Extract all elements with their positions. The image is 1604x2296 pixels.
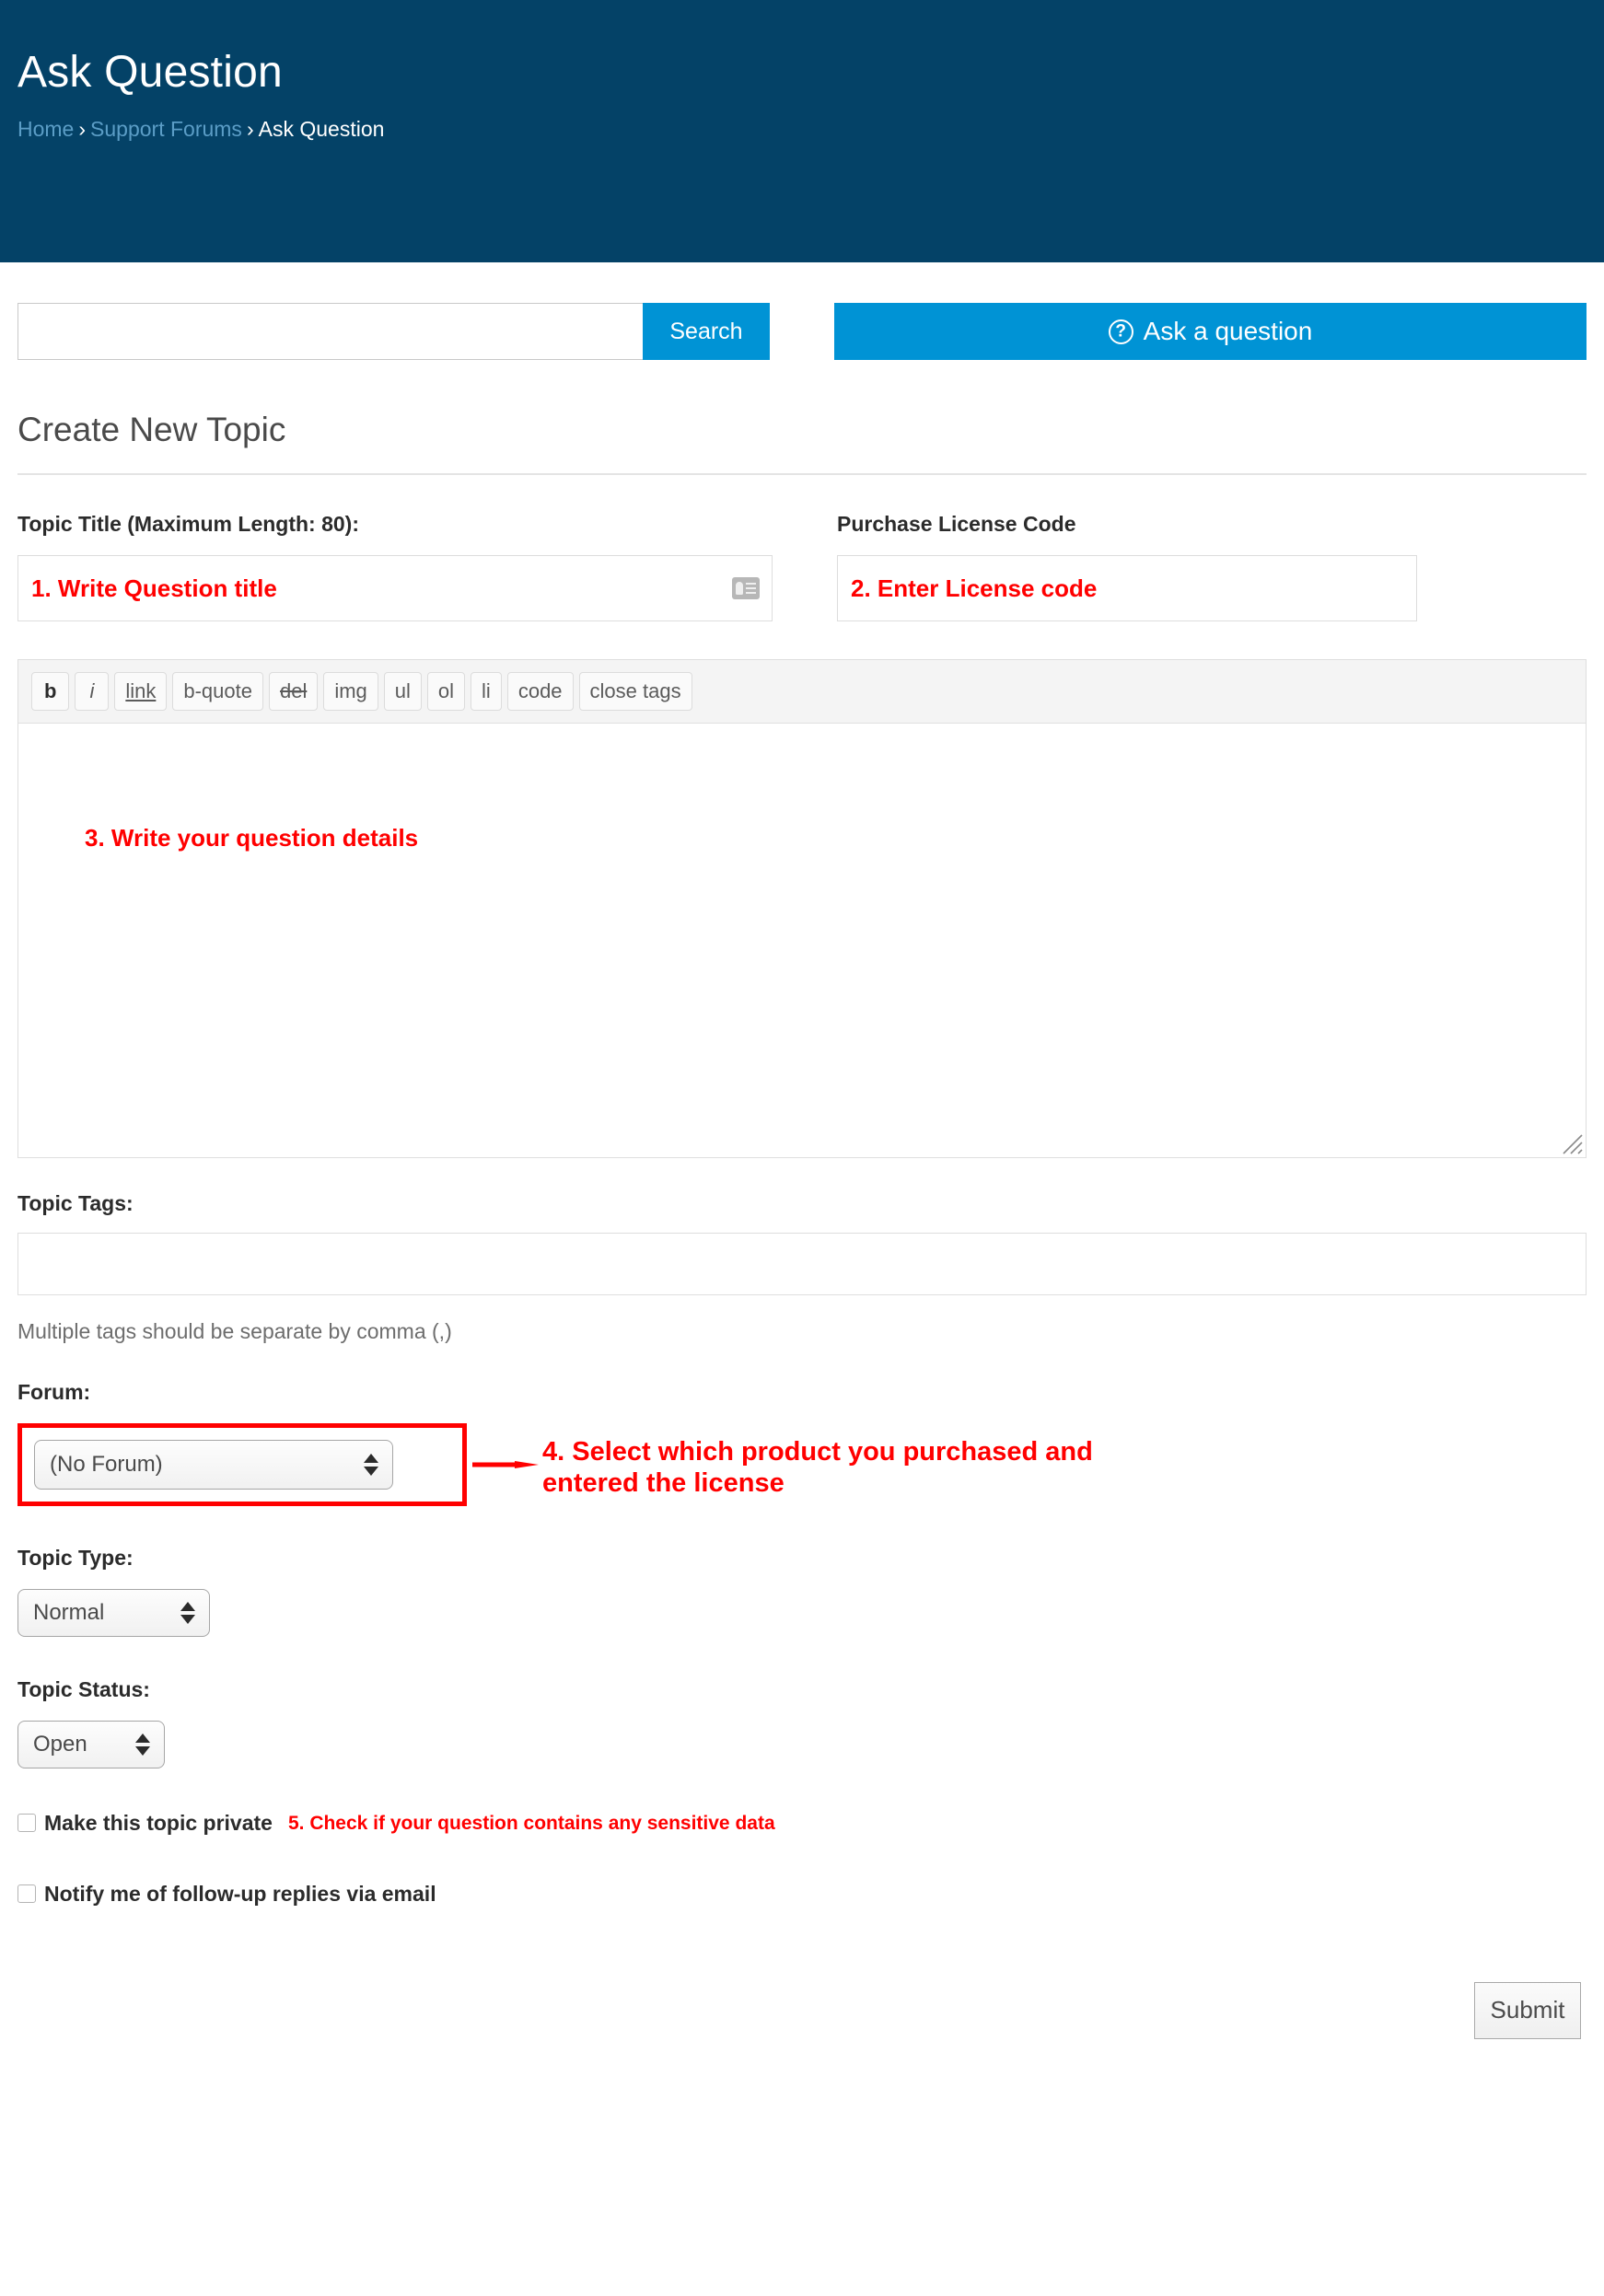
- page-title: Ask Question: [17, 48, 283, 97]
- ask-a-question-label: Ask a question: [1143, 317, 1313, 345]
- topic-title-input-wrap: [17, 555, 773, 621]
- forum-row: (No Forum) 4. Select which product you p…: [17, 1422, 1587, 1506]
- editor-button-del[interactable]: del: [268, 672, 319, 711]
- editor-button-link[interactable]: link: [114, 672, 168, 711]
- topic-tags-label: Topic Tags:: [17, 1190, 134, 1215]
- editor-button-italic[interactable]: i: [75, 672, 110, 711]
- editor-area: [18, 723, 1586, 1157]
- submit-row: Submit: [17, 1981, 1587, 2039]
- section-title: Create New Topic: [17, 412, 1587, 475]
- breadcrumb: Home › Support Forums › Ask Question: [17, 119, 1587, 140]
- autofill-contact-card-icon[interactable]: [732, 577, 760, 599]
- editor-button-ol[interactable]: ol: [426, 672, 466, 711]
- editor-button-ul[interactable]: ul: [383, 672, 422, 711]
- make-private-checkbox[interactable]: [17, 1814, 36, 1832]
- license-code-group: Purchase License Code: [837, 514, 1417, 621]
- forum-select[interactable]: (No Forum): [34, 1439, 393, 1490]
- forum-select-wrap: (No Forum): [34, 1439, 393, 1490]
- breadcrumb-link-home[interactable]: Home: [17, 117, 74, 141]
- topic-title-group: Topic Title (Maximum Length: 80):: [17, 514, 773, 621]
- notify-replies-row: Notify me of follow-up replies via email: [17, 1881, 1587, 1906]
- editor-button-img[interactable]: img: [323, 672, 378, 711]
- topic-type-label: Topic Type:: [17, 1545, 134, 1570]
- question-circle-icon: [1108, 319, 1133, 344]
- forum-annotation-text: 4. Select which product you purchased an…: [542, 1436, 1093, 1498]
- notify-replies-label: Notify me of follow-up replies via email: [44, 1881, 436, 1906]
- topic-body-editor: b i link b-quote del img ul ol li code c…: [17, 659, 1587, 1158]
- license-code-input-wrap: [837, 555, 1417, 621]
- search-button[interactable]: Search: [642, 303, 770, 360]
- topic-type-select[interactable]: Normal: [17, 1588, 210, 1637]
- topic-type-select-wrap: Normal: [17, 1588, 210, 1637]
- annotation-arrow-icon: [472, 1460, 539, 1468]
- breadcrumb-separator: ›: [78, 117, 87, 141]
- forum-label: Forum:: [17, 1379, 91, 1404]
- topic-tags-help-text: Multiple tags should be separate by comm…: [17, 1318, 452, 1343]
- editor-button-code[interactable]: code: [506, 672, 574, 711]
- title-license-row: Topic Title (Maximum Length: 80): Purcha…: [17, 514, 1587, 621]
- page-header: Ask Question Home › Support Forums › Ask Que…: [0, 0, 1604, 262]
- editor-button-close-tags[interactable]: close tags: [578, 672, 692, 711]
- topic-tags-input[interactable]: [17, 1232, 1587, 1295]
- make-private-label: Make this topic private: [44, 1810, 273, 1835]
- make-private-row: Make this topic private 5. Check if your…: [17, 1810, 1587, 1835]
- editor-button-li[interactable]: li: [471, 672, 502, 711]
- submit-button[interactable]: Submit: [1474, 1981, 1581, 2039]
- editor-toolbar: b i link b-quote del img ul ol li code c…: [18, 660, 1586, 724]
- topic-status-select-wrap: Open: [17, 1720, 165, 1768]
- search-box: Search: [17, 303, 770, 360]
- notify-replies-checkbox[interactable]: [17, 1884, 36, 1903]
- editor-button-bold[interactable]: b: [31, 672, 70, 711]
- topic-title-label: Topic Title (Maximum Length: 80):: [17, 512, 359, 536]
- topic-status-select[interactable]: Open: [17, 1720, 165, 1768]
- make-private-annotation: 5. Check if your question contains any s…: [287, 1812, 775, 1834]
- main-content: Search Ask a question Create New Topic T…: [0, 303, 1604, 2039]
- breadcrumb-separator: ›: [246, 117, 254, 141]
- license-code-input[interactable]: [837, 555, 1417, 621]
- topic-body-textarea[interactable]: [18, 724, 1586, 1157]
- editor-button-b-quote[interactable]: b-quote: [172, 672, 263, 711]
- breadcrumb-link-support-forums[interactable]: Support Forums: [90, 117, 242, 141]
- topic-title-input[interactable]: [17, 555, 773, 621]
- ask-a-question-button[interactable]: Ask a question: [833, 303, 1587, 360]
- license-code-label: Purchase License Code: [837, 512, 1076, 536]
- topic-status-label: Topic Status:: [17, 1676, 150, 1701]
- breadcrumb-current: Ask Question: [258, 117, 385, 141]
- search-row: Search Ask a question: [17, 303, 1587, 360]
- search-input[interactable]: [17, 303, 643, 360]
